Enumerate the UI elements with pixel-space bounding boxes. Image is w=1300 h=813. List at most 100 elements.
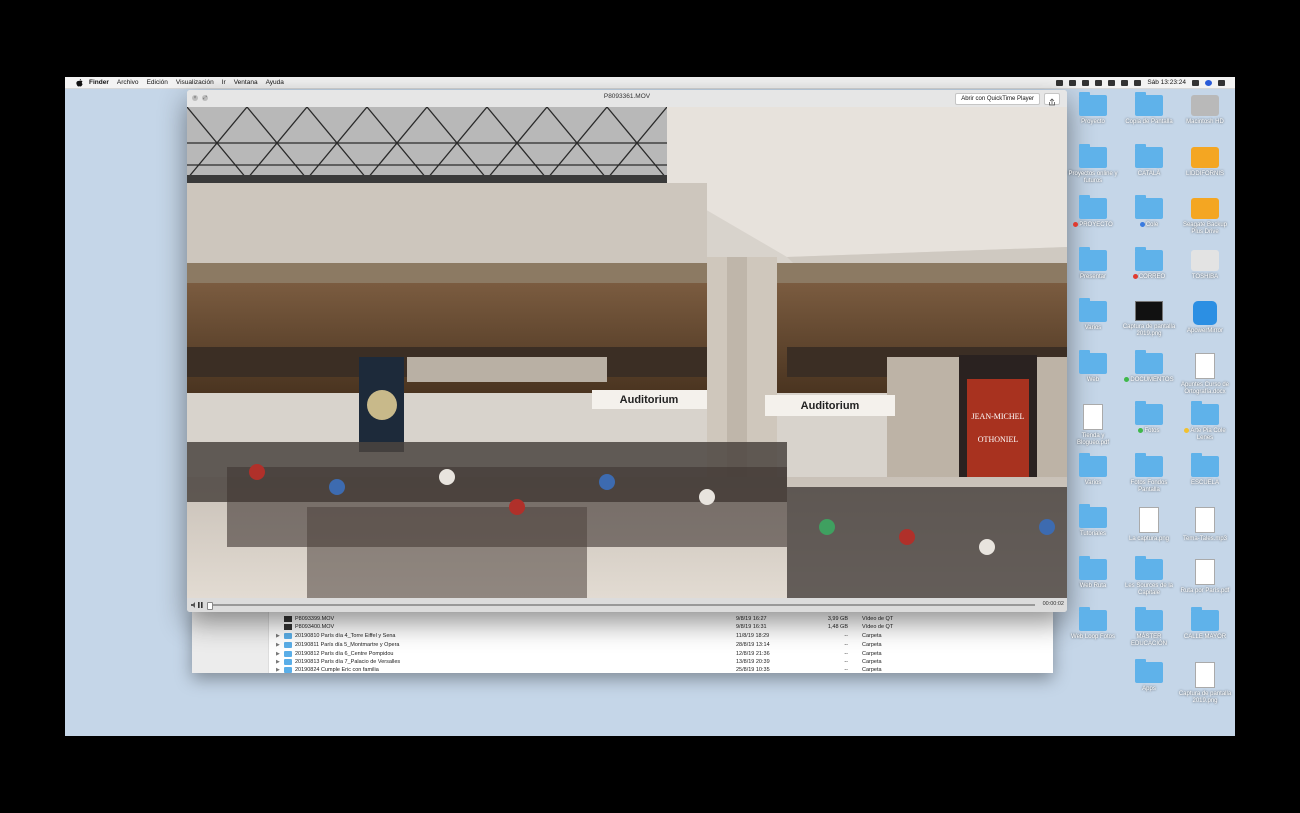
battery-icon[interactable] bbox=[1134, 79, 1142, 86]
desktop-icon-label: Tutoriales bbox=[1066, 531, 1120, 538]
menu-archivo[interactable]: Archivo bbox=[117, 79, 139, 86]
desktop-icon[interactable]: CALLE MAYOR bbox=[1178, 607, 1232, 641]
desktop-icon[interactable]: Varios bbox=[1066, 452, 1120, 487]
desktop-icon[interactable]: Apps bbox=[1122, 658, 1176, 693]
desktop-icon[interactable]: Captura de pantalla 2019.png bbox=[1122, 301, 1176, 338]
desktop-icon[interactable]: Macintosh HD bbox=[1178, 95, 1232, 126]
search-icon[interactable] bbox=[1192, 79, 1199, 86]
video-frame[interactable]: Auditorium Auditorium JEAN-MICHEL OTHONI… bbox=[187, 107, 1067, 598]
desktop-icon[interactable]: Les Sources de la Capitale bbox=[1122, 555, 1176, 597]
list-item[interactable]: P8093399.MOV 9/8/19 16:27 3,99 GB Vídeo … bbox=[276, 615, 1046, 623]
desktop-icon[interactable]: Fotos bbox=[1122, 401, 1176, 435]
desktop-icon[interactable]: Web bbox=[1066, 349, 1120, 384]
desktop-icon[interactable]: TOSHIBA bbox=[1178, 249, 1232, 281]
volume-icon[interactable] bbox=[191, 602, 196, 608]
list-item[interactable]: P8093400.MOV 9/8/19 16:31 1,48 GB Vídeo … bbox=[276, 623, 1046, 631]
menu-edicion[interactable]: Edición bbox=[147, 79, 168, 86]
desktop-icon[interactable]: Tutoriales bbox=[1066, 504, 1120, 538]
list-item[interactable]: ▶ 20190811 París día 5_Montmartre y Óper… bbox=[276, 641, 1046, 649]
disclosure-triangle-icon[interactable]: ▶ bbox=[276, 659, 284, 665]
desktop-icon-text: La captura.png bbox=[1128, 536, 1170, 542]
screen-mirror-icon[interactable] bbox=[1082, 79, 1090, 86]
desktop-icon[interactable]: Apuntes Curso de Ortografía.docx bbox=[1178, 352, 1232, 396]
wifi-icon[interactable] bbox=[1095, 79, 1103, 86]
desktop-icon[interactable]: Arte Pia Cole Lenes bbox=[1178, 401, 1232, 442]
timeline-scrubber[interactable] bbox=[207, 604, 1035, 606]
siri-icon[interactable] bbox=[1205, 79, 1212, 86]
folder-icon bbox=[1079, 607, 1107, 631]
menu-finder[interactable]: Finder bbox=[89, 79, 109, 86]
desktop-icon[interactable]: ESCUELA bbox=[1178, 452, 1232, 487]
desktop-icon-text: DOCUMENTOS bbox=[1130, 376, 1174, 383]
desktop-icon[interactable]: Web Loop Fotos bbox=[1066, 607, 1120, 641]
desktop-icon[interactable]: ApowerMirror bbox=[1178, 301, 1232, 335]
menu-ventana[interactable]: Ventana bbox=[234, 79, 258, 86]
desktop-icon-label: Apps bbox=[1122, 686, 1176, 693]
file-date: 12/8/19 21:36 bbox=[736, 651, 770, 657]
bluetooth-icon[interactable] bbox=[1108, 79, 1116, 86]
file-date: 9/8/19 16:27 bbox=[736, 616, 767, 622]
desktop-icon[interactable]: Varios bbox=[1066, 298, 1120, 332]
desktop-icon-label: MÁSTER EDUCACIÓN bbox=[1122, 634, 1176, 648]
desktop-icon[interactable]: CORREO bbox=[1122, 246, 1176, 281]
disclosure-triangle-icon[interactable]: ▶ bbox=[276, 667, 284, 673]
menu-ayuda[interactable]: Ayuda bbox=[266, 79, 284, 86]
folder-icon bbox=[1079, 555, 1107, 580]
folder-icon bbox=[1079, 349, 1107, 374]
list-item[interactable]: ▶ 20190824 Cumple Eric con familia 25/8/… bbox=[276, 666, 1046, 674]
desktop-icon[interactable]: CATALÀ bbox=[1122, 143, 1176, 178]
desktop-icon[interactable]: Captura de pantalla 2019.png bbox=[1178, 661, 1232, 705]
desktop-icon[interactable]: Presentar bbox=[1066, 246, 1120, 281]
list-item[interactable]: ▶ 20190810 París día 4_Torre Eiffel y Se… bbox=[276, 632, 1046, 640]
document-icon bbox=[1139, 507, 1159, 533]
color-tag-icon bbox=[1132, 273, 1138, 279]
document-icon bbox=[1195, 507, 1215, 533]
desktop-icon[interactable]: Tienda y Blogueo.pdf bbox=[1066, 404, 1120, 447]
auditorium-sign-right: Auditorium bbox=[801, 400, 860, 412]
folder-icon bbox=[1079, 246, 1107, 271]
menu-visualizacion[interactable]: Visualización bbox=[176, 79, 214, 86]
desktop-icon-text: TOSHIBA bbox=[1191, 273, 1219, 280]
desktop-icon[interactable]: La captura.png bbox=[1122, 507, 1176, 543]
desktop-icon[interactable]: PROYECTO bbox=[1066, 195, 1120, 229]
desktop-icon-label: PROYECTO bbox=[1066, 222, 1120, 229]
file-name: 20190824 Cumple Eric con familia bbox=[295, 667, 379, 673]
disclosure-triangle-icon[interactable]: ▶ bbox=[276, 651, 284, 657]
desktop-icon[interactable]: Ruta por París.pdf bbox=[1178, 558, 1232, 595]
desktop-icon[interactable]: MÁSTER EDUCACIÓN bbox=[1122, 607, 1176, 648]
file-name: 20190810 París día 4_Torre Eiffel y Sena bbox=[295, 633, 396, 639]
desktop-icon-text: Presentar bbox=[1079, 273, 1106, 280]
desktop-icon[interactable]: Fotos Fondos Pantalla bbox=[1122, 452, 1176, 494]
users-icon[interactable] bbox=[1069, 79, 1077, 86]
desktop-icon[interactable]: Proyecto bbox=[1066, 92, 1120, 126]
share-icon[interactable] bbox=[1044, 93, 1060, 106]
desktop-icon[interactable]: Web Ruta bbox=[1066, 555, 1120, 590]
volume-icon[interactable] bbox=[1121, 79, 1129, 86]
desktop-icon[interactable]: Copia de Pantalla bbox=[1122, 92, 1176, 126]
desktop-icon[interactable]: Seagate Backup Plus Drive bbox=[1178, 198, 1232, 236]
apple-icon[interactable] bbox=[75, 78, 83, 87]
pause-icon[interactable] bbox=[198, 602, 203, 608]
desktop-icon[interactable]: Cole bbox=[1122, 195, 1176, 229]
color-tag-icon bbox=[1138, 428, 1144, 433]
desktop-icon[interactable]: Tema-Tales.mp3 bbox=[1178, 507, 1232, 543]
color-tag-icon bbox=[1073, 222, 1079, 227]
desktop-icon[interactable]: Proyectos online y futuros bbox=[1066, 143, 1120, 185]
clock[interactable]: Sáb 13:23:24 bbox=[1147, 79, 1186, 86]
desktop-icon-text: CATALÀ bbox=[1137, 170, 1161, 177]
playhead[interactable] bbox=[207, 602, 213, 610]
list-item[interactable]: ▶ 20190813 París día 7_Palacio de Versal… bbox=[276, 658, 1046, 666]
desktop-icon[interactable]: LIDDIFORNIS bbox=[1178, 146, 1232, 178]
menu-ir[interactable]: Ir bbox=[222, 79, 226, 86]
disclosure-triangle-icon[interactable]: ▶ bbox=[276, 642, 284, 648]
folder-icon bbox=[284, 659, 292, 665]
desktop-icon-text: Les Sources de la Capitale bbox=[1124, 582, 1174, 596]
upload-icon[interactable] bbox=[1056, 79, 1064, 86]
open-with-quicktime-button[interactable]: Abrir con QuickTime Player bbox=[955, 93, 1040, 105]
list-item[interactable]: ▶ 20190812 París día 6_Centre Pompidou 1… bbox=[276, 650, 1046, 658]
desktop-icon[interactable]: DOCUMENTOS bbox=[1122, 349, 1176, 384]
disclosure-triangle-icon[interactable]: ▶ bbox=[276, 633, 284, 639]
desktop-icon-label: Apuntes Curso de Ortografía.docx bbox=[1178, 382, 1232, 396]
color-tag-icon bbox=[1184, 428, 1190, 433]
notification-center-icon[interactable] bbox=[1218, 79, 1225, 86]
